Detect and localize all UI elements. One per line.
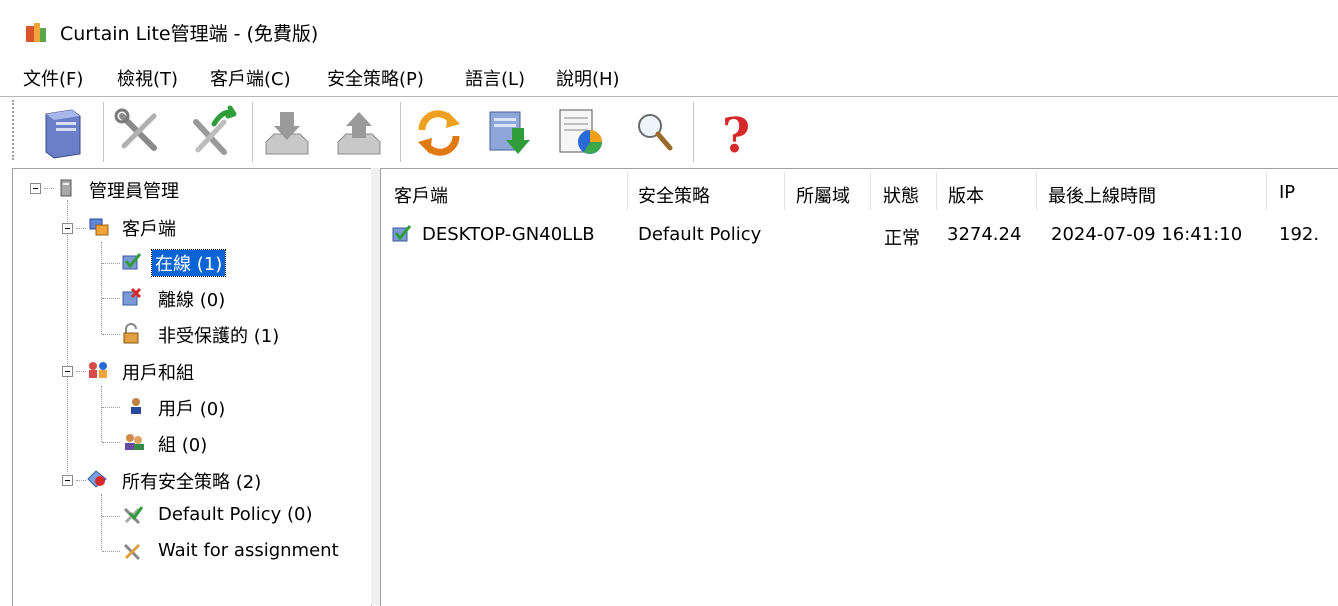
tree-line bbox=[76, 228, 86, 230]
tree-line bbox=[67, 200, 69, 484]
toolbar-separator bbox=[103, 102, 105, 162]
app-logo-icon bbox=[24, 20, 48, 44]
cell-ip: 192. bbox=[1279, 224, 1320, 245]
tree-line bbox=[102, 442, 120, 444]
cell-version: 3274.24 bbox=[947, 224, 1022, 245]
tree-line bbox=[101, 386, 103, 442]
tree-item-offline[interactable]: 離線 (0) bbox=[158, 286, 225, 312]
tree-item-unprotected[interactable]: 非受保護的 (1) bbox=[158, 322, 279, 348]
collapse-toggle[interactable] bbox=[62, 475, 73, 486]
tree-line bbox=[76, 480, 86, 482]
menu-bar: 文件(F) 檢視(T) 客戶端(C) 安全策略(P) 語言(L) 說明(H) bbox=[0, 58, 1338, 94]
tree-line bbox=[102, 263, 120, 265]
column-header-version[interactable]: 版本 bbox=[948, 182, 984, 208]
column-header-last-online[interactable]: 最後上線時間 bbox=[1048, 182, 1156, 208]
tree-item-all-policies[interactable]: 所有安全策略 (2) bbox=[122, 468, 261, 494]
column-header-status[interactable]: 狀態 bbox=[883, 182, 919, 208]
tree-item-users[interactable]: 用戶 (0) bbox=[158, 395, 225, 421]
deploy-tools-icon[interactable] bbox=[184, 104, 242, 160]
collapse-toggle[interactable] bbox=[62, 366, 73, 377]
collapse-toggle[interactable] bbox=[62, 223, 73, 234]
column-separator[interactable] bbox=[1266, 172, 1267, 210]
cell-last-online: 2024-07-09 16:41:10 bbox=[1051, 224, 1243, 245]
menu-language[interactable]: 語言(L) bbox=[465, 65, 525, 91]
collapse-toggle[interactable] bbox=[30, 183, 41, 194]
group-icon bbox=[122, 432, 144, 452]
tree-line bbox=[102, 516, 120, 518]
column-separator[interactable] bbox=[936, 172, 937, 210]
policy-tools-icon bbox=[122, 505, 144, 525]
cell-client-name[interactable]: DESKTOP-GN40LLB bbox=[422, 224, 595, 245]
toolbar-grip[interactable] bbox=[12, 100, 18, 160]
report-chart-icon[interactable] bbox=[552, 104, 610, 160]
pane-splitter[interactable] bbox=[371, 168, 380, 605]
tree-item-wait-assignment[interactable]: Wait for assignment bbox=[158, 540, 339, 561]
column-separator[interactable] bbox=[784, 172, 785, 210]
tree-item-default-policy[interactable]: Default Policy (0) bbox=[158, 504, 313, 525]
tree-line bbox=[76, 371, 86, 373]
search-icon[interactable] bbox=[626, 104, 684, 160]
users-groups-icon bbox=[86, 360, 107, 380]
menu-security-policy[interactable]: 安全策略(P) bbox=[327, 65, 424, 91]
column-header-policy[interactable]: 安全策略 bbox=[638, 182, 710, 208]
tree-item-users-groups[interactable]: 用戶和組 bbox=[122, 359, 194, 385]
clients-icon bbox=[88, 217, 109, 237]
offline-client-icon bbox=[120, 287, 142, 307]
column-header-client[interactable]: 客戶端 bbox=[394, 182, 448, 208]
tree-line bbox=[102, 407, 120, 409]
menu-view[interactable]: 檢視(T) bbox=[117, 65, 178, 91]
tree-line bbox=[101, 494, 103, 550]
tools-icon[interactable] bbox=[110, 104, 168, 160]
download-icon[interactable] bbox=[482, 104, 540, 160]
column-separator[interactable] bbox=[1036, 172, 1037, 210]
toolbar-separator bbox=[400, 102, 402, 162]
server-icon bbox=[56, 178, 76, 198]
menu-help[interactable]: 說明(H) bbox=[556, 65, 620, 91]
tree-line bbox=[102, 298, 120, 300]
tree-item-online[interactable]: 在線 (1) bbox=[150, 249, 227, 277]
server-icon[interactable] bbox=[34, 104, 92, 160]
refresh-icon[interactable] bbox=[410, 104, 468, 160]
import-icon[interactable] bbox=[258, 104, 316, 160]
column-header-domain[interactable]: 所屬域 bbox=[796, 182, 850, 208]
column-header-ip[interactable]: IP bbox=[1279, 182, 1295, 203]
window-title: Curtain Lite管理端 - (免費版) bbox=[60, 23, 319, 45]
online-client-icon bbox=[120, 251, 142, 271]
toolbar-separator bbox=[252, 102, 254, 162]
tree-line bbox=[102, 551, 120, 553]
export-icon[interactable] bbox=[330, 104, 388, 160]
tree-item-clients[interactable]: 客戶端 bbox=[122, 215, 176, 241]
tools-icon bbox=[122, 541, 142, 561]
menu-file[interactable]: 文件(F) bbox=[23, 65, 83, 91]
help-icon[interactable]: ? bbox=[704, 104, 762, 164]
column-separator[interactable] bbox=[627, 172, 628, 210]
unprotected-lock-icon bbox=[120, 323, 140, 344]
tree-item-groups[interactable]: 組 (0) bbox=[158, 431, 207, 457]
column-separator[interactable] bbox=[870, 172, 871, 210]
toolbar-separator bbox=[693, 102, 695, 162]
tree-line bbox=[101, 242, 103, 334]
tree-item-admin[interactable]: 管理員管理 bbox=[89, 177, 179, 203]
menu-client[interactable]: 客戶端(C) bbox=[210, 65, 291, 91]
cell-status: 正常 bbox=[884, 228, 920, 249]
cell-policy: Default Policy bbox=[638, 224, 762, 245]
policy-shield-icon bbox=[86, 469, 107, 489]
tree-line bbox=[44, 188, 54, 190]
svg-text:?: ? bbox=[722, 108, 750, 160]
tree-line bbox=[102, 334, 120, 336]
user-icon bbox=[126, 396, 146, 416]
online-client-icon bbox=[390, 223, 412, 243]
